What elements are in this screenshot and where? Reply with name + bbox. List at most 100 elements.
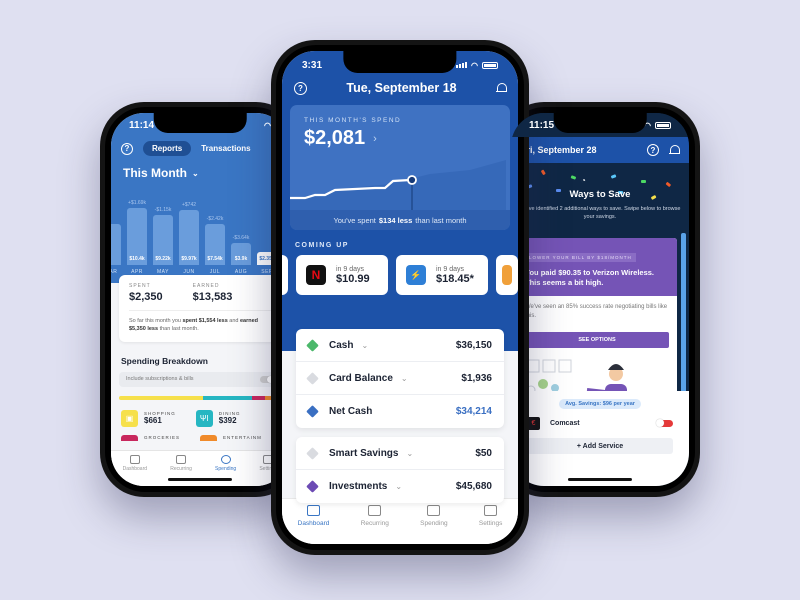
diamond-icon <box>306 446 319 460</box>
bar-aug[interactable]: $3.9k -$3.64k <box>231 235 251 265</box>
service-toggle[interactable] <box>656 419 673 427</box>
chevron-down-icon[interactable]: ⌄ <box>361 341 368 350</box>
earned-value: $13,583 <box>192 291 233 303</box>
tab-recurring[interactable]: Recurring <box>170 455 192 486</box>
account-amount: $45,680 <box>455 481 492 492</box>
category-dining[interactable]: ΨI DINING $392 <box>195 409 241 427</box>
ways-to-save-hero: ◔ Ways to Save We've identified 2 additi… <box>511 163 689 238</box>
account-row-card-balance[interactable]: Card Balance ⌄ $1,936 <box>296 362 504 395</box>
battery-icon <box>482 61 498 69</box>
category-groceries[interactable]: GROCERIES <box>121 434 180 441</box>
savings-body: We've seen an 85% success rate negotiati… <box>525 304 668 319</box>
spend-label: THIS MONTH'S SPEND <box>304 117 402 124</box>
upcoming-bill-next[interactable] <box>496 255 518 295</box>
tab-spending[interactable]: Spending <box>420 505 448 544</box>
spend-value: $2,081 <box>304 127 366 149</box>
service-icon <box>502 265 512 285</box>
toggle-label: Include subscriptions & bills <box>126 376 194 382</box>
account-row-investments[interactable]: Investments ⌄ $45,680 <box>296 470 504 503</box>
spent-label: SPENT <box>129 283 151 289</box>
bar-delta: -$1.15k <box>154 206 172 213</box>
bar-mar[interactable] <box>111 224 121 265</box>
receipt-icon <box>427 505 441 516</box>
chevron-down-icon: ⌄ <box>191 168 199 178</box>
category-shopping[interactable]: ▣ SHOPPING $661 <box>121 409 176 427</box>
bar-value: $9.22k <box>155 256 171 262</box>
utility-icon: ⚡ <box>406 265 426 285</box>
last-month-area <box>290 160 506 210</box>
strip-segment <box>203 395 252 400</box>
help-icon[interactable]: ? <box>294 81 307 95</box>
account-row-net-cash[interactable]: Net Cash $34,214 <box>296 395 504 428</box>
service-row-comcast[interactable]: € Comcast <box>511 409 689 430</box>
tab-recurring[interactable]: Recurring <box>361 505 389 544</box>
see-options-button[interactable]: SEE OPTIONS <box>525 332 669 348</box>
account-row-cash[interactable]: Cash ⌄ $36,150 <box>296 329 504 362</box>
period-label: This Month <box>123 166 187 180</box>
monthly-spend-card[interactable]: THIS MONTH'S SPEND $2,081 › You've spent $… <box>290 105 510 230</box>
chevron-down-icon[interactable]: ⌄ <box>406 449 413 458</box>
netflix-icon: N <box>306 265 326 285</box>
chevron-down-icon[interactable]: ⌄ <box>395 482 402 491</box>
reports-header: ? Reports Transactions This Month ⌄ $10.… <box>111 113 289 283</box>
category-entertainment[interactable]: ENTERTAINM <box>200 434 262 441</box>
tab-bar: Dashboard Recurring Spending Settings <box>282 498 518 544</box>
savings-message: You paid $90.35 to Verizon Wireless. Thi… <box>525 268 655 287</box>
today-marker <box>407 175 417 185</box>
next-card-peek[interactable] <box>681 233 686 406</box>
help-icon[interactable]: ? <box>647 144 659 156</box>
earned-label: EARNED <box>192 283 220 289</box>
bar-jul[interactable]: $7.54k -$2.42k <box>205 216 225 265</box>
confetti <box>610 174 617 179</box>
add-service-button[interactable]: + Add Service <box>527 438 673 454</box>
help-icon[interactable]: ? <box>121 142 133 155</box>
diamond-icon <box>306 371 319 385</box>
piggy-bank-icon: ◔ <box>581 176 586 185</box>
bell-icon[interactable] <box>669 145 680 155</box>
bell-icon[interactable] <box>495 83 507 93</box>
category-strip <box>119 395 281 400</box>
account-amount: $36,150 <box>455 339 492 351</box>
diamond-icon <box>306 480 319 493</box>
groceries-icon <box>121 434 138 441</box>
tab-spending[interactable]: Spending <box>215 455 236 486</box>
phone-dashboard: 3:31 ◠ ? Tue, September 18 THIS MONTH'S … <box>271 40 529 555</box>
page-title: Tue, September 18 <box>346 81 457 95</box>
sliders-icon <box>484 505 498 516</box>
savings-tag: LOWER YOUR BILL BY $18/MONTH <box>525 253 636 262</box>
accounts-card-cash: Cash ⌄ $36,150 Card Balance ⌄ $1,936 Net Cash $… <box>296 329 504 428</box>
tab-settings[interactable]: Settings <box>479 505 502 544</box>
upcoming-bills: N in 9 days $10.99 ⚡ in 9 days $18.45* <box>282 255 518 295</box>
account-name: Investments <box>329 481 388 492</box>
account-row-smart-savings[interactable]: Smart Savings ⌄ $50 <box>296 437 504 470</box>
coming-up-label: COMING UP <box>295 242 349 249</box>
tab-dashboard[interactable]: Dashboard <box>123 455 147 486</box>
tab-dashboard[interactable]: Dashboard <box>298 505 329 544</box>
fork-knife-icon: ΨI <box>195 409 213 427</box>
upcoming-bill-netflix[interactable]: N in 9 days $10.99 <box>296 255 388 295</box>
status-time: 3:31 <box>302 59 323 71</box>
ways-to-save-screen: 11:15 ◠ Fri, September 28 ? ◔ Ways to Sa… <box>511 113 689 486</box>
phone-ways-to-save: 11:15 ◠ Fri, September 28 ? ◔ Ways to Sa… <box>500 102 700 497</box>
bar-value: $10.4k <box>129 256 145 262</box>
account-name: Net Cash <box>329 406 373 417</box>
tab-reports[interactable]: Reports <box>143 141 192 156</box>
pie-chart-icon <box>220 455 231 464</box>
upcoming-bill-partial[interactable] <box>282 255 288 295</box>
period-selector[interactable]: This Month ⌄ <box>111 156 289 180</box>
strip-segment <box>251 395 265 400</box>
bar-apr[interactable]: $10.4k +$1.69k <box>127 200 147 265</box>
upcoming-bill-utility[interactable]: ⚡ in 9 days $18.45* <box>396 255 488 295</box>
dashboard-screen: 3:31 ◠ ? Tue, September 18 THIS MONTH'S … <box>282 51 518 544</box>
tab-transactions[interactable]: Transactions <box>201 144 250 153</box>
calendar-icon <box>368 505 382 516</box>
subscriptions-toggle-row[interactable]: Include subscriptions & bills <box>119 371 281 387</box>
savings-card-verizon[interactable]: LOWER YOUR BILL BY $18/MONTH You paid $9… <box>517 238 677 411</box>
chevron-down-icon[interactable]: ⌄ <box>401 374 408 383</box>
dashboard-icon <box>129 455 140 464</box>
diamond-icon <box>306 405 319 418</box>
bar-jun[interactable]: $9.97k +$742 <box>179 202 199 265</box>
accounts-card-savings: Smart Savings ⌄ $50 Investments ⌄ $45,680 <box>296 437 504 503</box>
entertainment-icon <box>200 434 218 441</box>
bar-may[interactable]: $9.22k -$1.15k <box>153 207 173 265</box>
